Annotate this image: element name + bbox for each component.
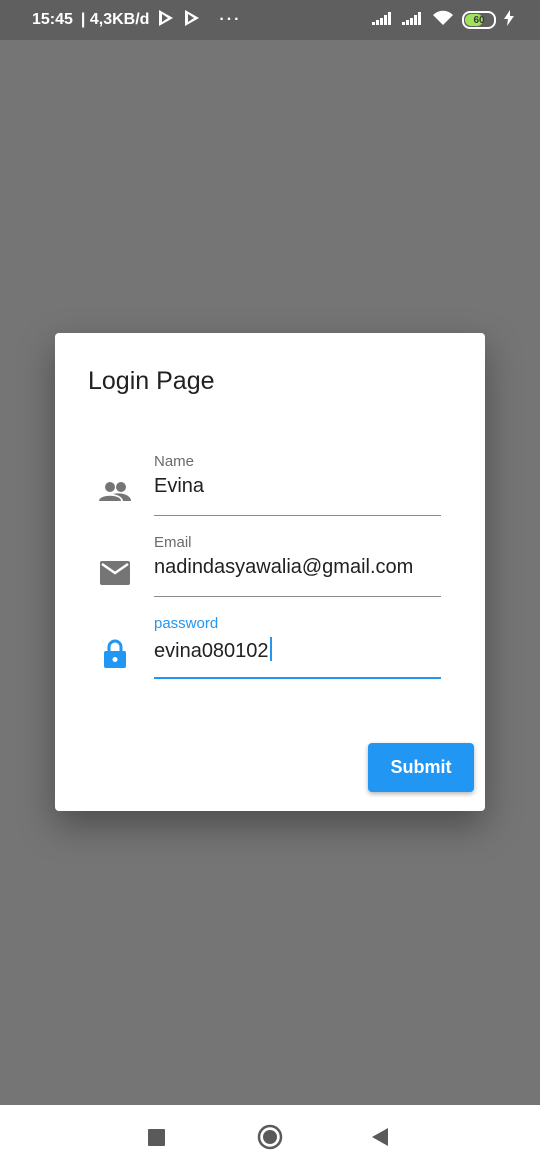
back-icon[interactable] xyxy=(371,1128,389,1151)
home-icon[interactable] xyxy=(257,1124,283,1155)
status-bar-left: 15:45 | 4,3KB/d ··· xyxy=(32,9,241,32)
name-underline xyxy=(154,515,441,516)
password-label: password xyxy=(154,615,219,632)
submit-button[interactable]: Submit xyxy=(368,743,474,792)
play-store-icon xyxy=(157,9,175,32)
network-speed: | 4,3KB/d xyxy=(80,11,150,28)
battery-icon: 60 xyxy=(462,11,496,29)
wifi-icon xyxy=(432,10,454,31)
text-cursor xyxy=(269,637,272,661)
mail-icon xyxy=(98,558,132,588)
password-field[interactable]: password evina080102 xyxy=(55,615,485,685)
status-time: 15:45 xyxy=(32,11,73,28)
email-label: Email xyxy=(154,534,192,551)
signal-icon xyxy=(372,11,394,30)
status-bar-right: 60 xyxy=(372,9,514,31)
name-label: Name xyxy=(154,453,195,470)
password-value: evina080102 xyxy=(154,640,269,662)
charging-icon xyxy=(504,9,514,31)
more-notifications-icon: ··· xyxy=(219,11,242,28)
navigation-bar xyxy=(0,1105,540,1170)
login-dialog: Login Page Name Evina Email nadindasyawa… xyxy=(55,333,485,811)
dialog-title: Login Page xyxy=(88,367,215,395)
recent-apps-icon[interactable] xyxy=(148,1129,166,1152)
battery-level: 60 xyxy=(473,14,485,26)
name-input[interactable]: Evina xyxy=(154,475,204,498)
password-input[interactable]: evina080102 xyxy=(154,637,272,663)
name-field[interactable]: Name Evina xyxy=(55,453,485,523)
email-input[interactable]: nadindasyawalia@gmail.com xyxy=(154,556,413,579)
people-icon xyxy=(98,477,132,507)
password-underline xyxy=(154,677,441,679)
lock-icon xyxy=(98,639,132,669)
email-underline xyxy=(154,596,441,597)
status-bar: 15:45 | 4,3KB/d ··· 60 xyxy=(0,0,540,40)
play-store-icon xyxy=(183,9,201,32)
signal-icon xyxy=(402,11,424,30)
email-field[interactable]: Email nadindasyawalia@gmail.com xyxy=(55,534,485,604)
